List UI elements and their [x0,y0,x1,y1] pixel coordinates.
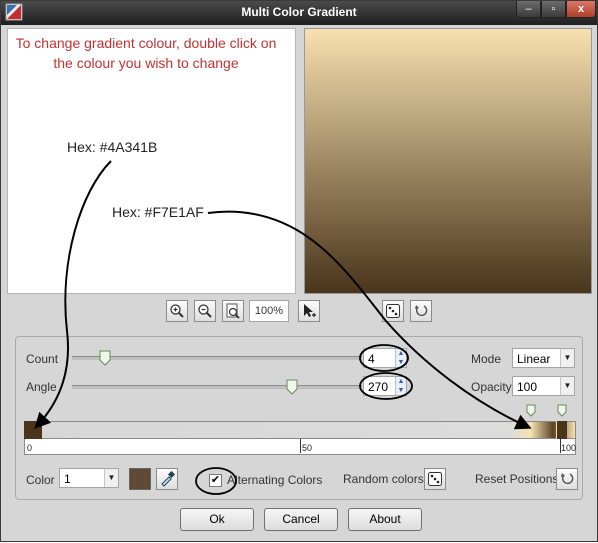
add-stop-button[interactable] [298,300,320,322]
mode-value: Linear [517,352,551,366]
random-icon [386,304,400,318]
cancel-button[interactable]: Cancel [264,508,338,531]
angle-slider-thumb[interactable] [286,379,298,395]
count-stepper[interactable]: 4 ▲ ▼ [363,348,407,368]
title-bar: Multi Color Gradient – ▫ x [1,1,597,25]
chevron-down-icon[interactable]: ▼ [560,349,574,367]
gradient-stop-end[interactable] [556,421,567,439]
hex-start-label: Hex: #4A341B [67,139,158,155]
color-index-select[interactable]: 1 ▼ [59,468,119,488]
reset-positions-label: Reset Positions [475,472,559,486]
add-stop-icon [304,304,316,317]
gradient-preview [304,28,592,294]
random-colors-label: Random colors [343,472,424,486]
count-stepper-arrows[interactable]: ▲ ▼ [395,349,406,367]
eyedropper-icon [161,471,175,487]
eyedropper-button[interactable] [156,468,178,490]
ruler-label-end: 100 [561,443,577,453]
zoom-out-button[interactable] [194,300,216,322]
close-button[interactable]: x [566,1,596,18]
alternating-colors-label: Alternating Colors [227,473,323,487]
randomize-preview-button[interactable] [382,300,404,322]
window-title: Multi Color Gradient [241,5,357,19]
gradient-stop-marker[interactable] [526,404,536,417]
ruler-tick-mid [300,439,301,453]
reset-positions-icon [561,473,574,485]
ok-button[interactable]: Ok [180,508,254,531]
zoom-level-field[interactable]: 100% [249,300,289,322]
color-swatch[interactable] [129,468,151,490]
angle-stepper-arrows[interactable]: ▲ ▼ [395,377,406,395]
angle-label: Angle [26,380,57,394]
gradient-editor-bar[interactable] [24,421,576,439]
multi-color-gradient-window: Multi Color Gradient – ▫ x To change gra… [0,0,598,542]
alternating-colors-checkbox[interactable]: ✔ [209,474,222,487]
mode-select[interactable]: Linear ▼ [512,348,575,368]
reset-icon [415,305,428,317]
count-label: Count [26,352,59,366]
zoom-in-button[interactable] [166,300,188,322]
opacity-value: 100 [517,380,538,394]
about-button[interactable]: About [348,508,422,531]
ruler-label-start: 0 [27,443,33,453]
opacity-label: Opacity [471,380,512,394]
color-label: Color [26,473,55,487]
minimize-button[interactable]: – [516,1,541,18]
count-value: 4 [368,352,375,366]
color-index-value: 1 [64,472,71,486]
dice-icon [428,472,442,486]
random-colors-button[interactable] [424,468,446,490]
zoom-out-icon [198,304,212,318]
chevron-down-icon[interactable]: ▼ [104,469,118,487]
instruction-text: To change gradient colour, double click … [15,35,277,71]
angle-value: 270 [368,380,389,394]
opacity-select[interactable]: 100 ▼ [512,376,575,396]
count-slider-track[interactable] [72,356,362,360]
hex-end-label: Hex: #F7E1AF [112,204,204,220]
zoom-fit-icon [226,303,240,319]
mode-label: Mode [471,352,502,366]
maximize-button[interactable]: ▫ [541,1,566,18]
angle-slider-track[interactable] [72,385,362,389]
gradient-stop-marker[interactable] [557,404,567,417]
reset-positions-button[interactable] [556,468,578,490]
gradient-stop-start[interactable] [24,421,42,439]
angle-stepper[interactable]: 270 ▲ ▼ [363,376,407,396]
ruler-label-mid: 50 [302,443,313,453]
count-slider-thumb[interactable] [99,350,111,366]
zoom-in-icon [170,304,184,318]
undo-button[interactable] [410,300,432,322]
zoom-fit-button[interactable] [222,300,244,322]
chevron-down-icon[interactable]: ▼ [560,377,574,395]
